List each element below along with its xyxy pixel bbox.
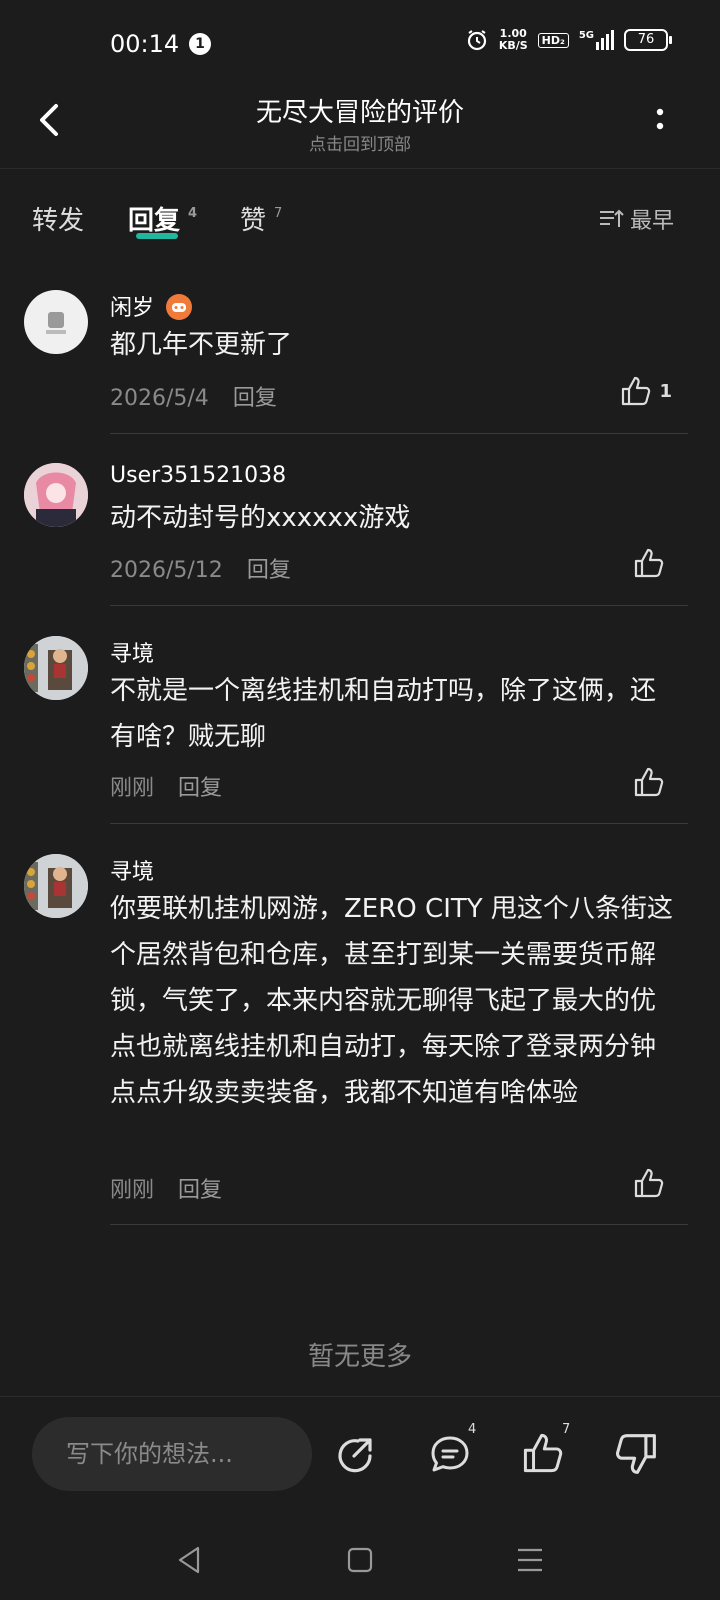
network-speed: 1.00 KB/S	[498, 27, 528, 52]
comment-author[interactable]: User351521038	[110, 463, 286, 488]
status-icons: 1.00 KB/S HD₂ 5G 76	[465, 27, 672, 52]
tab-likes[interactable]: 赞7	[240, 200, 282, 237]
nav-home-icon[interactable]	[340, 1540, 380, 1580]
thumbs-up-icon	[622, 376, 651, 406]
comment-input[interactable]: 写下你的想法...	[32, 1417, 312, 1491]
like-button[interactable]	[632, 765, 672, 799]
comment-text: 你要联机挂机网游，ZERO CITY 甩这个八条街这个居然背包和仓库，甚至打到某…	[110, 894, 673, 1108]
comment-meta: 刚刚 回复	[110, 1178, 223, 1203]
comment-text: 动不动封号的xxxxxx游戏	[110, 503, 411, 533]
hd-badge: HD₂	[537, 32, 569, 48]
post-like-count: 7	[562, 1422, 571, 1437]
no-more-text: 暂无更多	[307, 1342, 412, 1372]
more-menu-icon[interactable]	[650, 105, 670, 135]
comment-divider	[110, 1224, 688, 1225]
avatar[interactable]	[24, 290, 88, 354]
status-time: 00:14	[110, 30, 180, 58]
comments-count: 4	[468, 1422, 477, 1437]
comment-divider	[110, 823, 688, 824]
thumbs-up-icon	[634, 1168, 664, 1198]
tab-replies-count: 4	[188, 206, 198, 221]
active-tab-indicator	[136, 233, 178, 239]
comment-author[interactable]: 寻境	[110, 854, 154, 886]
nav-recents-icon[interactable]	[510, 1540, 550, 1580]
notification-badge: 1	[189, 33, 211, 55]
tab-replies[interactable]: 回复 4	[128, 200, 197, 237]
like-count: 1	[659, 380, 672, 402]
comment-author[interactable]: 寻境	[110, 636, 154, 668]
gamer-badge-icon	[166, 294, 193, 320]
comment-meta: 刚刚 回复	[110, 776, 223, 801]
tab-repost[interactable]: 转发	[32, 200, 84, 237]
thumbs-up-icon	[523, 1433, 563, 1473]
reply-button[interactable]: 回复	[233, 386, 277, 411]
like-button[interactable]	[632, 1166, 672, 1200]
avatar[interactable]	[24, 636, 88, 700]
reply-button[interactable]: 回复	[178, 776, 222, 801]
page-title[interactable]: 无尽大冒险的评价	[0, 92, 720, 129]
header-divider	[0, 168, 720, 169]
comments-button[interactable]: 4	[426, 1422, 476, 1482]
like-button[interactable]	[632, 546, 672, 580]
comment-bubble-icon	[431, 1436, 469, 1472]
alarm-icon	[467, 30, 486, 51]
back-to-top-hint[interactable]: 点击回到顶部	[0, 130, 720, 155]
comment-text: 不就是一个离线挂机和自动打吗，除了这俩，还有啥？贼无聊	[110, 676, 657, 752]
avatar[interactable]	[24, 463, 88, 527]
bottom-bar-divider	[0, 1396, 720, 1397]
sort-toggle[interactable]: 最早	[598, 203, 674, 235]
avatar[interactable]	[24, 854, 88, 918]
signal-icon: 5G	[579, 30, 614, 50]
reply-button[interactable]: 回复	[247, 558, 291, 583]
thumbs-down-icon[interactable]	[612, 1430, 660, 1478]
comment-divider	[110, 605, 688, 606]
like-post-button[interactable]: 7	[520, 1422, 570, 1480]
thumbs-up-icon	[634, 548, 664, 578]
sort-icon	[599, 209, 624, 227]
like-button[interactable]: 1	[619, 374, 672, 408]
thumbs-up-icon	[634, 767, 664, 797]
comment-meta: 2026/5/4 回复	[110, 386, 277, 411]
tab-likes-count: 7	[274, 206, 283, 221]
reply-button[interactable]: 回复	[178, 1178, 222, 1203]
comment-author[interactable]: 闲岁	[110, 290, 193, 322]
comment-text: 都几年不更新了	[110, 330, 293, 360]
comment-divider	[110, 433, 688, 434]
share-icon[interactable]	[332, 1430, 380, 1478]
comment-meta: 2026/5/12 回复	[110, 558, 291, 583]
nav-back-icon[interactable]	[170, 1540, 210, 1580]
battery-indicator: 76	[624, 29, 672, 51]
